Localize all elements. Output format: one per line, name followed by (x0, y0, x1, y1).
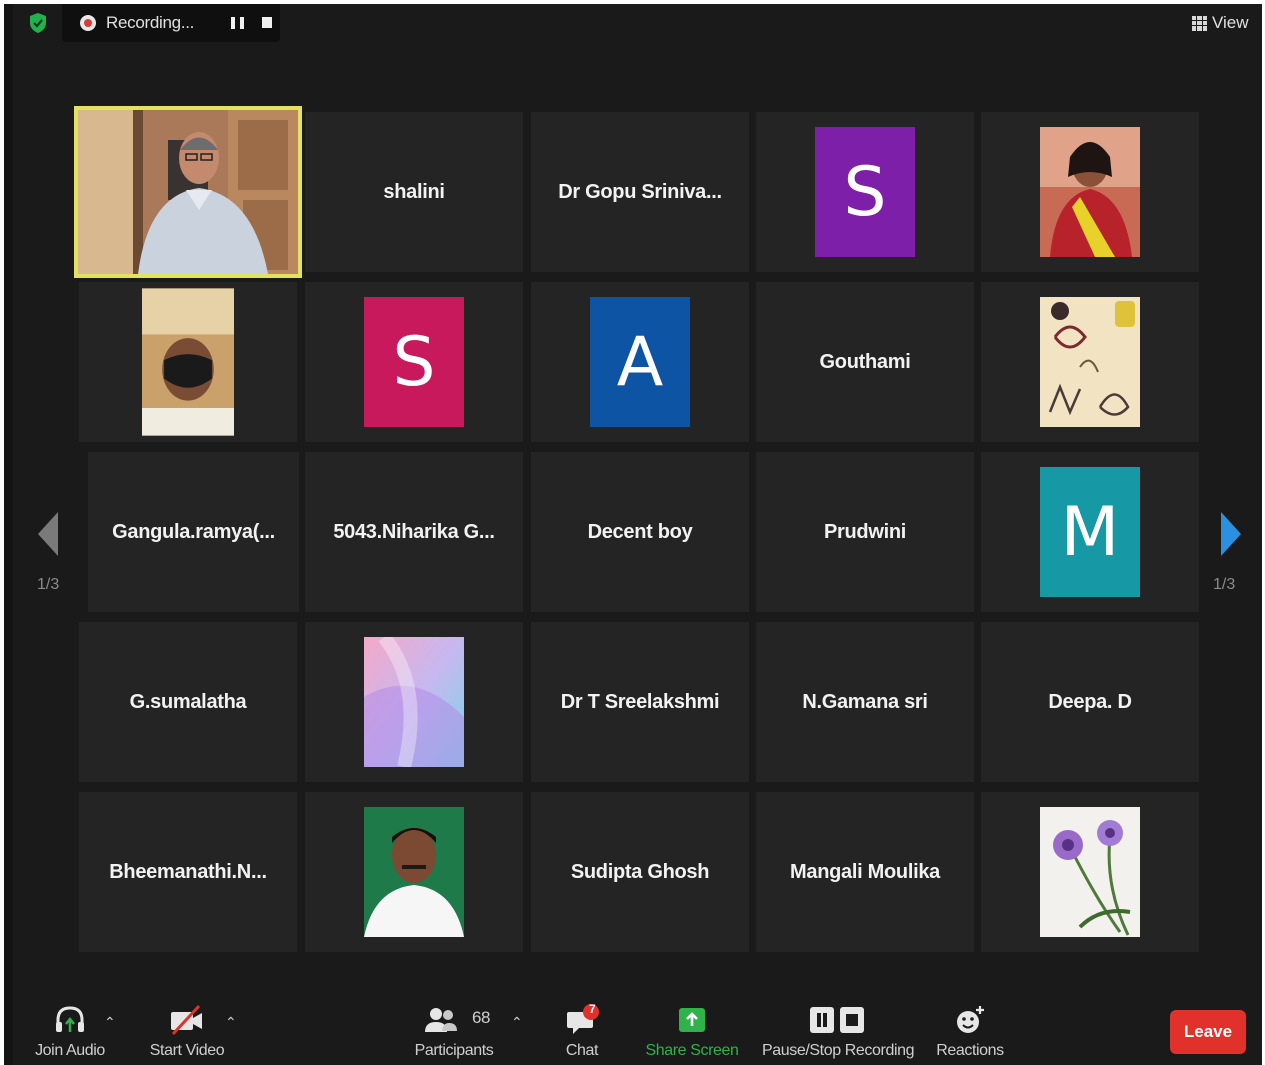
zoom-meeting-window: Recording... View shalini Dr Gopu Sriniv… (4, 4, 1262, 1065)
participant-name: 5043.Niharika G... (333, 520, 495, 543)
next-page-icon[interactable] (1217, 510, 1245, 558)
grid-view-icon (1192, 15, 1207, 31)
participant-name: Prudwini (823, 520, 907, 543)
participant-name: N.Gamana sri (802, 690, 928, 713)
chat-label: Chat (565, 1042, 599, 1059)
participant-name: Bheemanathi.N... (109, 860, 267, 883)
participant-tile[interactable] (305, 792, 523, 952)
video-off-icon (171, 1004, 202, 1036)
join-audio-label: Join Audio (35, 1042, 105, 1059)
participant-name: Gouthami (819, 350, 911, 373)
man-in-office-photo (78, 110, 298, 274)
join-audio-button[interactable]: Join Audio (28, 1002, 112, 1064)
pause-stop-recording-icon (810, 1007, 864, 1033)
participant-tile[interactable]: A (531, 282, 749, 442)
recording-label: Recording... (106, 13, 195, 32)
avatar: S (364, 297, 464, 427)
view-button[interactable]: View (1192, 10, 1249, 36)
participant-tile[interactable]: S (756, 112, 974, 272)
view-label: View (1212, 13, 1249, 32)
participant-tile[interactable]: G.sumalatha (79, 622, 297, 782)
participant-tile[interactable]: shalini (305, 112, 523, 272)
start-video-button[interactable]: Start Video (142, 1002, 232, 1064)
security-shield-icon[interactable] (28, 12, 48, 34)
participant-tile[interactable]: Sudipta Ghosh (531, 792, 749, 952)
participant-name: Dr T Sreelakshmi (560, 690, 720, 713)
participants-button[interactable]: 68 Participants (408, 1002, 500, 1064)
purple-flowers-photo (1040, 807, 1140, 937)
participant-tile[interactable] (981, 282, 1199, 442)
participant-tile[interactable]: M (981, 452, 1199, 612)
participant-name: Gangula.ramya(... (112, 520, 275, 543)
share-screen-button[interactable]: Share Screen (644, 1002, 740, 1064)
pause-recording-icon[interactable] (231, 17, 244, 29)
page-indicator-right: 1/3 (1213, 576, 1236, 593)
participant-tile[interactable]: Dr T Sreelakshmi (531, 622, 749, 782)
participant-tile[interactable]: Prudwini (756, 452, 974, 612)
participant-tile[interactable]: 5043.Niharika G... (305, 452, 523, 612)
queen-of-mom-dad-image (1040, 297, 1140, 427)
woman-in-saree-photo (1040, 127, 1140, 257)
participant-tile[interactable]: Dr Gopu Sriniva... (531, 112, 749, 272)
avatar: M (1040, 467, 1140, 597)
chat-badge: 7 (589, 1002, 596, 1016)
pause-stop-recording-label: Pause/Stop Recording (762, 1042, 915, 1059)
recording-indicator: Recording... (62, 4, 280, 42)
participant-tile[interactable]: Deepa. D (981, 622, 1199, 782)
participants-icon (425, 1008, 457, 1032)
previous-page-icon[interactable] (34, 510, 62, 558)
recording-dot-icon (80, 15, 96, 31)
participant-name: shalini (383, 180, 445, 203)
participant-tile-active-speaker[interactable] (74, 106, 302, 278)
participant-name: Mangali Moulika (790, 860, 940, 883)
avatar: S (815, 127, 915, 257)
participants-label: Participants (414, 1042, 494, 1059)
stop-recording-icon[interactable] (262, 17, 272, 28)
video-options-caret-icon[interactable]: ⌃ (225, 1014, 237, 1031)
participants-count: 68 (472, 1008, 491, 1027)
participant-tile[interactable] (981, 112, 1199, 272)
pastel-abstract-image (364, 637, 464, 767)
share-screen-label: Share Screen (645, 1042, 739, 1059)
participant-tile[interactable]: Gangula.ramya(... (88, 452, 299, 612)
person-with-mask-photo (142, 288, 234, 436)
participant-name: Deepa. D (1048, 690, 1132, 713)
reactions-button[interactable]: Reactions (932, 1002, 1008, 1064)
reactions-smiley-icon (957, 1006, 984, 1033)
audio-options-caret-icon[interactable]: ⌃ (104, 1014, 116, 1031)
reactions-label: Reactions (936, 1042, 1004, 1059)
participant-tile[interactable]: Mangali Moulika (756, 792, 974, 952)
start-video-label: Start Video (149, 1042, 225, 1059)
leave-button[interactable]: Leave (1170, 1010, 1246, 1054)
participants-options-caret-icon[interactable]: ⌃ (511, 1014, 523, 1031)
participant-tile[interactable]: Decent boy (531, 452, 749, 612)
participant-tile[interactable] (305, 622, 523, 782)
participant-name: Dr Gopu Sriniva... (558, 180, 722, 203)
participant-tile[interactable]: Bheemanathi.N... (79, 792, 297, 952)
participant-tile[interactable] (981, 792, 1199, 952)
pause-stop-recording-button[interactable]: Pause/Stop Recording (762, 1002, 915, 1064)
avatar: A (590, 297, 690, 427)
man-portrait-photo (364, 807, 464, 937)
participant-name: Decent boy (587, 520, 693, 543)
share-screen-icon (679, 1008, 705, 1032)
chat-button[interactable]: 7 Chat (556, 1002, 608, 1064)
headphones-icon (56, 1006, 84, 1032)
participant-name: Sudipta Ghosh (570, 860, 710, 883)
participant-tile[interactable]: Gouthami (756, 282, 974, 442)
page-indicator-left: 1/3 (37, 576, 60, 593)
participant-tile[interactable]: N.Gamana sri (756, 622, 974, 782)
participant-tile[interactable] (79, 282, 297, 442)
participant-tile[interactable]: S (305, 282, 523, 442)
participant-name: G.sumalatha (129, 690, 247, 713)
